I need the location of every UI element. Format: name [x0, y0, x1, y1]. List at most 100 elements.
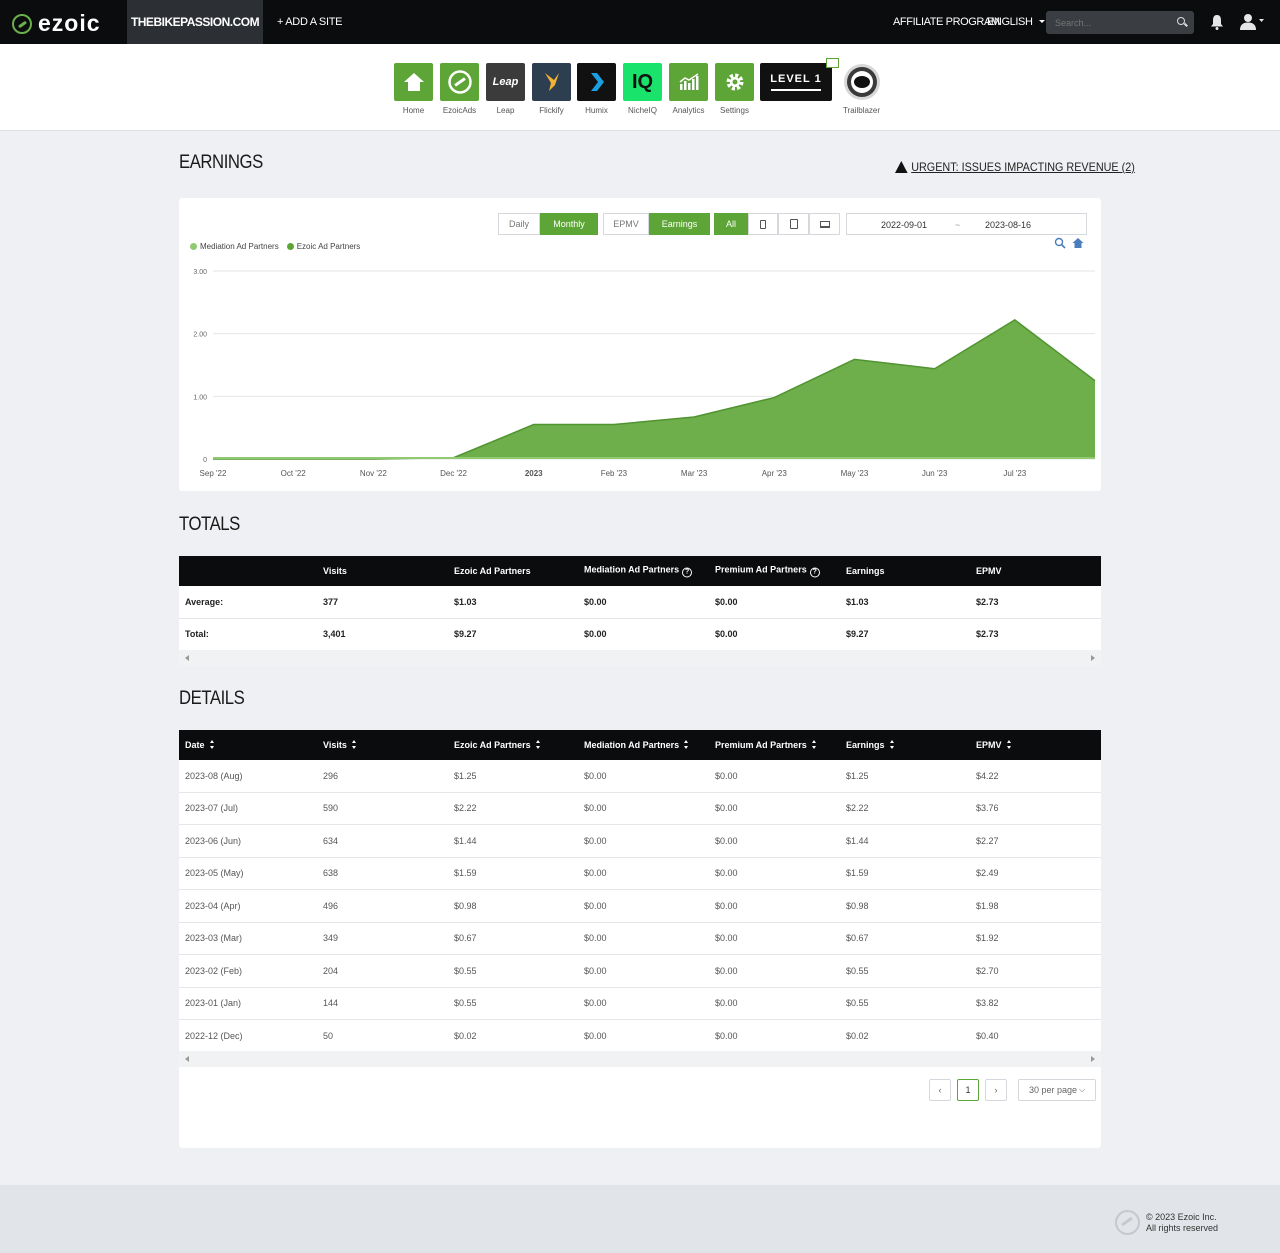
sort-epmv-header[interactable]: EPMV	[976, 740, 1012, 750]
app-ezoicads[interactable]: EzoicAds	[440, 63, 479, 115]
mobile-button[interactable]	[748, 213, 778, 235]
y-tick-label: 0	[203, 457, 207, 464]
x-tick-label: Oct '22	[281, 469, 307, 478]
next-page-button[interactable]: ›	[985, 1079, 1007, 1101]
table-cell: $3.76	[976, 803, 999, 814]
mail-icon[interactable]	[826, 58, 839, 68]
help-icon[interactable]: ?	[809, 567, 820, 578]
x-tick-label: 2023	[525, 469, 543, 478]
app-humix[interactable]: Humix	[577, 63, 616, 115]
sort-premium-header[interactable]: Premium Ad Partners	[715, 740, 817, 750]
search-input[interactable]	[1046, 11, 1176, 34]
scroll-left-icon[interactable]	[185, 655, 189, 661]
earnings-title: EARNINGS	[179, 152, 263, 173]
details-title: DETAILS	[179, 688, 245, 709]
details-horizontal-scrollbar[interactable]	[179, 1051, 1101, 1067]
app-leap[interactable]: Leap Leap	[486, 63, 525, 115]
urgent-issues-link[interactable]: URGENT: ISSUES IMPACTING REVENUE (2)	[895, 160, 1135, 174]
ezoic-area-series[interactable]	[213, 319, 1095, 459]
x-tick-label: Apr '23	[762, 469, 788, 478]
app-trailblazer[interactable]: Trailblazer	[842, 63, 881, 115]
search-icon[interactable]	[1177, 17, 1185, 25]
monthly-button[interactable]: Monthly	[540, 213, 598, 235]
help-icon[interactable]: ?	[682, 567, 693, 578]
table-row: 2023-03 (Mar) 349 $0.67 $0.00 $0.00 $0.67 $1.9…	[179, 923, 1101, 955]
ezoic-logo[interactable]: ezoic	[12, 10, 101, 37]
table-cell: Average:	[185, 596, 224, 607]
legend-item[interactable]: Mediation Ad Partners	[190, 242, 279, 251]
desktop-button[interactable]	[809, 213, 840, 235]
affiliate-program-link[interactable]: AFFILIATE PROGRAM	[893, 16, 1000, 28]
table-row: 2023-04 (Apr) 496 $0.98 $0.00 $0.00 $0.98 $1.9…	[179, 890, 1101, 923]
table-cell: 2023-08 (Aug)	[185, 770, 243, 781]
prev-page-button[interactable]: ‹	[929, 1079, 951, 1101]
table-cell: $2.73	[976, 596, 999, 607]
y-tick-label: 2.00	[193, 332, 207, 339]
table-cell: $0.00	[715, 933, 738, 944]
bell-icon[interactable]	[1210, 14, 1224, 30]
table-cell: $0.98	[846, 900, 869, 911]
table-cell: $0.00	[715, 803, 738, 814]
totals-horizontal-scrollbar[interactable]	[179, 650, 1101, 666]
date-range-picker[interactable]: 2022-09-01 ~ 2023-08-16	[846, 213, 1087, 235]
table-cell: $0.00	[584, 629, 607, 640]
app-settings[interactable]: Settings	[715, 63, 754, 115]
legend-dot	[286, 243, 294, 250]
app-nicheiq[interactable]: IQ NicheIQ	[623, 63, 662, 115]
reset-zoom-home-icon[interactable]	[1072, 237, 1084, 249]
sort-date-header[interactable]: Date	[185, 740, 215, 750]
tablet-button[interactable]	[778, 213, 809, 235]
gear-icon	[715, 63, 754, 101]
table-cell: $0.00	[715, 998, 738, 1009]
zoom-icon[interactable]	[1054, 237, 1066, 249]
daily-button[interactable]: Daily	[498, 213, 540, 235]
level-badge[interactable]: LEVEL 1	[760, 58, 839, 101]
table-cell: $0.98	[454, 900, 477, 911]
scroll-right-icon[interactable]	[1091, 655, 1095, 661]
add-site-link[interactable]: + ADD A SITE	[277, 16, 342, 28]
x-tick-label: May '23	[841, 469, 869, 478]
app-analytics[interactable]: Analytics	[669, 63, 708, 115]
user-icon[interactable]	[1240, 13, 1264, 31]
scroll-left-icon[interactable]	[185, 1056, 189, 1062]
app-label: Home	[402, 106, 425, 115]
site-tab[interactable]: THEBIKEPASSION.COM	[127, 0, 263, 44]
scroll-right-icon[interactable]	[1091, 1056, 1095, 1062]
header-label: Premium Ad Partners	[715, 564, 807, 575]
date-from: 2022-09-01	[881, 220, 928, 230]
app-label: Flickify	[539, 106, 564, 115]
sort-icon	[1006, 740, 1012, 749]
sort-visits-header[interactable]: Visits	[323, 740, 357, 750]
table-cell: $0.00	[584, 900, 607, 911]
sort-ezoic-header[interactable]: Ezoic Ad Partners	[454, 740, 541, 750]
earnings-button[interactable]: Earnings	[649, 213, 710, 235]
sort-earnings-header[interactable]: Earnings	[846, 740, 895, 750]
table-row: 2023-02 (Feb) 204 $0.55 $0.00 $0.00 $0.55 $2.7…	[179, 955, 1101, 988]
table-cell: $0.00	[584, 770, 607, 781]
chart-legend: Mediation Ad Partners Ezoic Ad Partners	[190, 242, 360, 251]
table-cell: $9.27	[454, 629, 477, 640]
table-cell: $1.25	[454, 770, 477, 781]
header-epmv: EPMV	[976, 566, 1002, 576]
apps-bar: Home EzoicAds Leap Leap Flickify Humix I…	[0, 44, 1280, 131]
table-cell: $1.44	[846, 835, 869, 846]
legend-item[interactable]: Ezoic Ad Partners	[286, 242, 360, 251]
epmv-button[interactable]: EPMV	[603, 213, 649, 235]
language-dropdown[interactable]: ENGLISH	[987, 16, 1046, 28]
earnings-area-chart[interactable]: 0 1.00 2.00 3.00 Sep '22 Oct '22 Nov '22 Dec '2…	[179, 258, 1101, 488]
table-cell: 590	[323, 803, 339, 814]
header-label: Mediation Ad Partners	[584, 740, 680, 750]
table-cell: $4.22	[976, 770, 999, 781]
sort-icon	[889, 740, 895, 749]
table-cell: $0.00	[715, 900, 738, 911]
app-home[interactable]: Home	[394, 63, 433, 115]
page-1-button[interactable]: 1	[957, 1079, 979, 1101]
app-flickify[interactable]: Flickify	[532, 63, 571, 115]
table-cell: 2023-01 (Jan)	[185, 998, 242, 1009]
per-page-select[interactable]: 30 per page ⌵	[1018, 1079, 1096, 1101]
table-cell: $0.00	[715, 868, 738, 879]
header-visits: Visits	[323, 566, 347, 576]
sort-mediation-header[interactable]: Mediation Ad Partners	[584, 740, 689, 750]
all-devices-button[interactable]: All	[714, 213, 748, 235]
table-cell: 634	[323, 835, 339, 846]
